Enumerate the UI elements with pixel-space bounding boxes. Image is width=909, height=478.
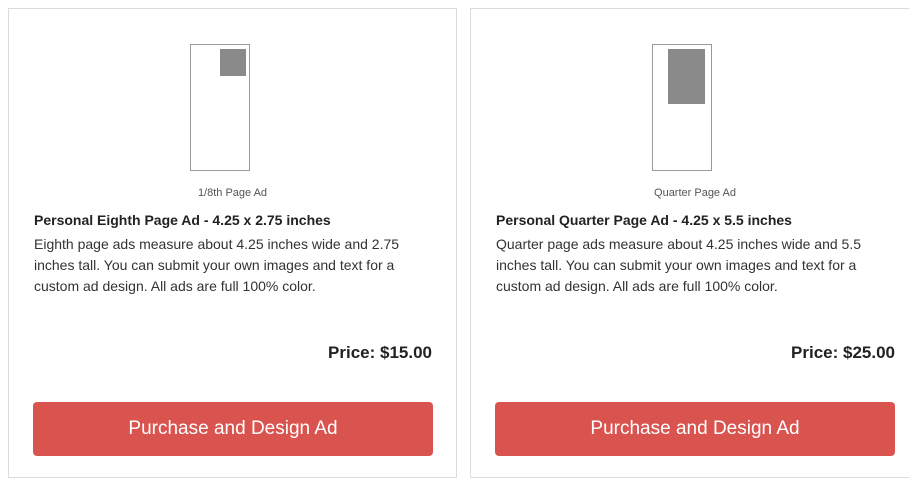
quarter-page-ad-thumbnail	[652, 44, 712, 171]
product-description: Quarter page ads measure about 4.25 inch…	[496, 236, 862, 294]
ad-placement-block	[220, 49, 246, 76]
eighth-page-ad-thumbnail	[190, 44, 250, 171]
product-price: Price: $25.00	[791, 343, 895, 362]
thumbnail-caption: 1/8th Page Ad	[197, 187, 268, 199]
product-title: Personal Eighth Page Ad - 4.25 x 2.75 in…	[34, 212, 331, 228]
product-title: Personal Quarter Page Ad - 4.25 x 5.5 in…	[496, 212, 792, 228]
product-card-quarter-page: Quarter Page Ad Personal Quarter Page Ad…	[470, 8, 909, 478]
ad-placement-block	[668, 49, 705, 104]
product-card-eighth-page: 1/8th Page Ad Personal Eighth Page Ad - …	[8, 8, 457, 478]
thumbnail-caption: Quarter Page Ad	[654, 187, 736, 199]
product-description: Eighth page ads measure about 4.25 inche…	[34, 236, 400, 294]
purchase-and-design-button[interactable]: Purchase and Design Ad	[495, 402, 895, 456]
product-price: Price: $15.00	[328, 343, 432, 362]
purchase-and-design-button[interactable]: Purchase and Design Ad	[33, 402, 433, 456]
